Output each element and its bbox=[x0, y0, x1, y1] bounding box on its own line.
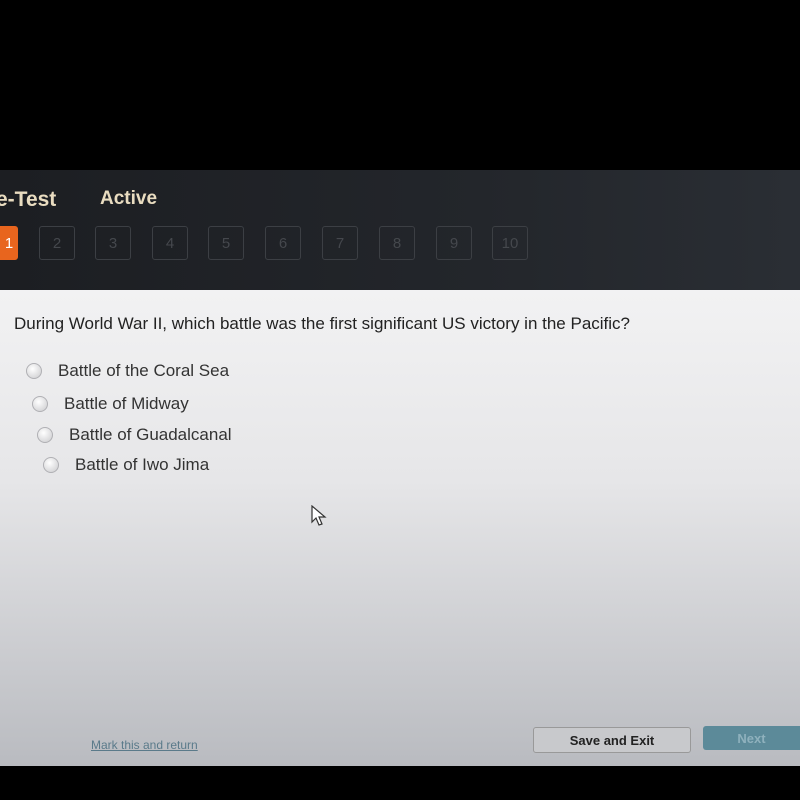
tab-question-9[interactable]: 9 bbox=[436, 226, 472, 260]
tab-question-5[interactable]: 5 bbox=[208, 226, 244, 260]
mark-and-return-link[interactable]: Mark this and return bbox=[91, 738, 198, 752]
tab-question-7[interactable]: 7 bbox=[322, 226, 358, 260]
option-label: Battle of Iwo Jima bbox=[75, 455, 210, 474]
tab-question-2[interactable]: 2 bbox=[39, 226, 75, 260]
option-label: Battle of Guadalcanal bbox=[69, 425, 232, 444]
tab-question-8[interactable]: 8 bbox=[379, 226, 415, 260]
tab-question-6[interactable]: 6 bbox=[265, 226, 301, 260]
answer-option-2[interactable]: Battle of Midway bbox=[32, 394, 189, 414]
answer-option-1[interactable]: Battle of the Coral Sea bbox=[26, 361, 229, 381]
answer-option-4[interactable]: Battle of Iwo Jima bbox=[43, 455, 209, 475]
section-title: e-Test bbox=[0, 188, 57, 211]
option-label: Battle of the Coral Sea bbox=[58, 361, 230, 380]
mouse-cursor-icon bbox=[311, 505, 327, 526]
status-label: Active bbox=[100, 188, 158, 209]
option-label: Battle of Midway bbox=[64, 394, 189, 413]
tab-question-10[interactable]: 10 bbox=[492, 226, 528, 260]
tab-question-4[interactable]: 4 bbox=[152, 226, 188, 260]
radio-button[interactable] bbox=[37, 427, 53, 443]
save-and-exit-button[interactable]: Save and Exit bbox=[533, 727, 691, 753]
radio-button[interactable] bbox=[43, 457, 59, 473]
tab-question-1[interactable]: 1 bbox=[0, 226, 18, 260]
radio-button[interactable] bbox=[32, 396, 48, 412]
tab-question-3[interactable]: 3 bbox=[95, 226, 131, 260]
next-button[interactable]: Next bbox=[703, 726, 800, 750]
answer-option-3[interactable]: Battle of Guadalcanal bbox=[37, 425, 232, 445]
radio-button[interactable] bbox=[26, 363, 42, 379]
tab-label: 1 bbox=[4, 234, 14, 252]
question-text: During World War II, which battle was th… bbox=[14, 314, 631, 333]
